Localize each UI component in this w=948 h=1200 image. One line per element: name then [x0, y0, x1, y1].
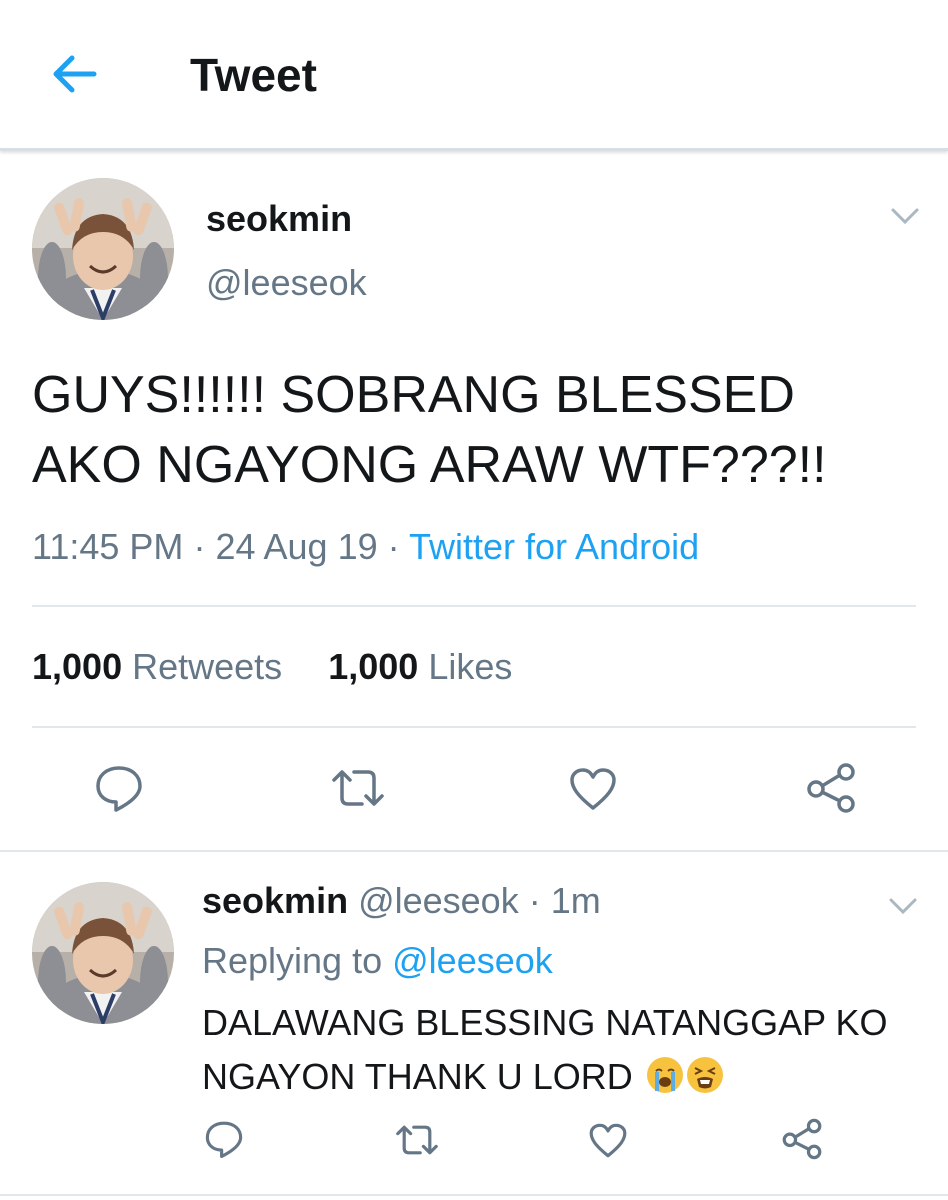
tweet-meta: 11:45 PM · 24 Aug 19 · Twitter for Andro… [32, 526, 699, 568]
reply-text: DALAWANG BLESSING NATANGGAP KO NGAYON TH… [202, 1002, 888, 1097]
loudly-crying-face-emoji [646, 1057, 683, 1093]
tweet-source-link[interactable]: Twitter for Android [409, 526, 699, 567]
likes-count: 1,000 [328, 646, 419, 687]
display-name[interactable]: seokmin [206, 198, 352, 240]
reply-text-block: DALAWANG BLESSING NATANGGAP KO NGAYON TH… [202, 996, 922, 1104]
reply-avatar[interactable] [32, 882, 174, 1024]
reply-header: seokmin @leeseok · 1m [202, 880, 601, 922]
meta-separator: · [193, 526, 206, 567]
meta-separator: · [528, 880, 541, 921]
chevron-down-icon[interactable] [890, 206, 920, 226]
divider [0, 1194, 948, 1196]
tweet-time: 11:45 PM [32, 526, 184, 567]
replying-to: Replying to @leeseok [202, 940, 553, 982]
likes-label: Likes [428, 646, 513, 687]
chevron-down-icon[interactable] [888, 896, 918, 916]
like-icon[interactable] [568, 766, 618, 812]
reply-handle[interactable]: @leeseok [358, 880, 519, 921]
tweet-text: GUYS!!!!!! SOBRANG BLESSED AKO NGAYONG A… [32, 366, 827, 494]
divider [32, 726, 916, 728]
user-handle[interactable]: @leeseok [206, 262, 367, 304]
retweets-label: Retweets [132, 646, 283, 687]
share-icon[interactable] [804, 762, 858, 814]
tweet-stats: 1,000 Retweets 1,000 Likes [32, 646, 512, 688]
tired-face-emoji [686, 1057, 723, 1093]
arrow-left-icon[interactable] [50, 52, 98, 96]
reply-display-name[interactable]: seokmin [202, 880, 348, 921]
reply-icon[interactable] [94, 764, 144, 812]
like-icon[interactable] [588, 1122, 628, 1159]
top-app-bar: Tweet [0, 0, 948, 151]
meta-separator: · [387, 526, 400, 567]
tweet-date: 24 Aug 19 [215, 526, 378, 567]
section-separator [0, 850, 948, 852]
replying-to-mention[interactable]: @leeseok [392, 940, 553, 981]
retweet-icon[interactable] [330, 768, 386, 808]
share-icon[interactable] [780, 1118, 824, 1160]
retweet-icon[interactable] [394, 1124, 440, 1156]
retweets-count: 1,000 [32, 646, 123, 687]
likes-stat[interactable]: 1,000 Likes [328, 646, 512, 687]
reply-time: 1m [550, 880, 601, 921]
retweets-stat[interactable]: 1,000 Retweets [32, 646, 282, 687]
reply-icon[interactable] [204, 1120, 244, 1158]
replying-to-label: Replying to [202, 940, 383, 981]
divider [32, 605, 916, 607]
avatar[interactable] [32, 178, 174, 320]
page-title: Tweet [190, 49, 317, 101]
